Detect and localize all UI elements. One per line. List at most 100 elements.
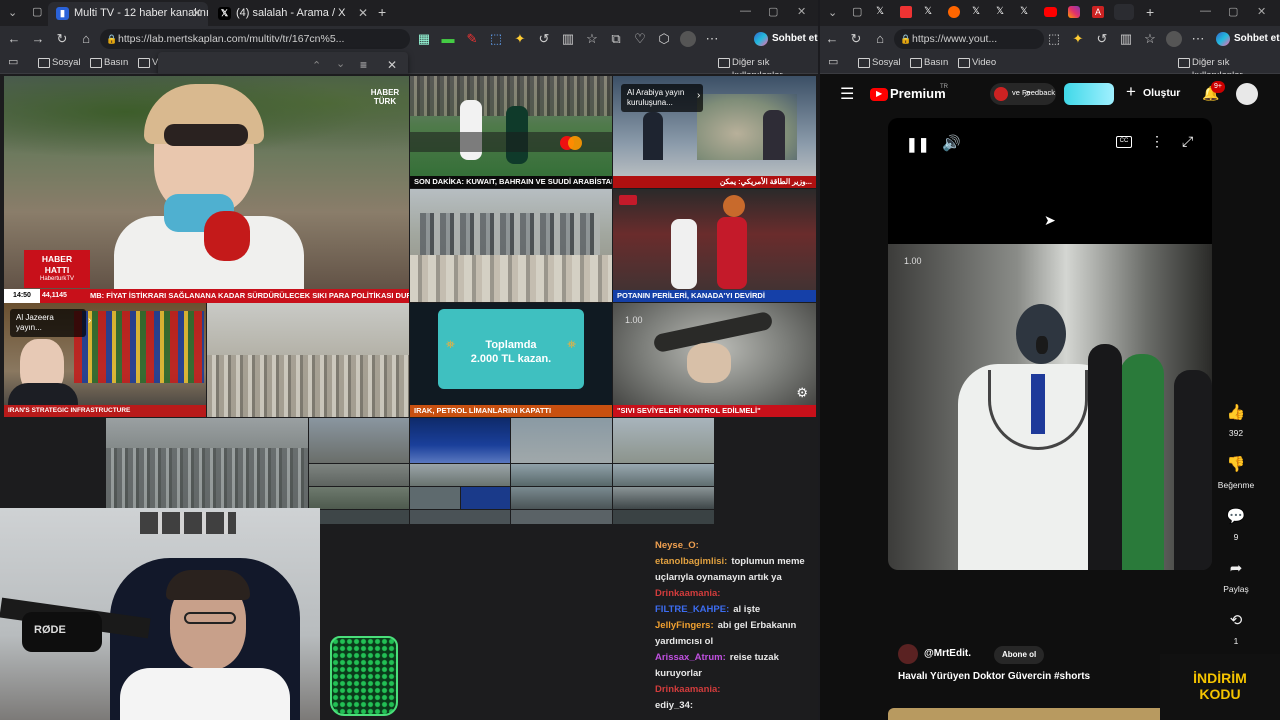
sidebar-toggle-icon[interactable]: ▭ [8, 55, 18, 68]
bookmark-folder-basin[interactable]: Basın [910, 56, 948, 69]
channel-avatar[interactable] [898, 644, 918, 664]
tab-multitv[interactable]: ▮ Multi TV - 12 haber kanalını aynı a ✕ [48, 2, 208, 26]
tile-mini-4[interactable] [511, 487, 612, 509]
comments-button[interactable]: 💬 9 [1216, 508, 1256, 542]
tile-mini-1[interactable] [309, 487, 409, 509]
hamburger-menu-icon[interactable]: ☰ [840, 84, 854, 104]
tile-sea-2[interactable] [613, 464, 714, 486]
workspaces-icon[interactable]: ▢ [32, 5, 42, 18]
chat-username[interactable]: Neyse_O: [655, 540, 699, 551]
split-screen-icon[interactable]: ▥ [1118, 31, 1134, 47]
tab-icon-x5[interactable]: 𝕏 [1020, 6, 1028, 17]
chat-username[interactable]: FILTRE_KAHPE: [655, 604, 729, 615]
close-window-icon[interactable]: ✕ [797, 5, 806, 18]
dislike-button[interactable]: 👎 Beğenme [1216, 456, 1256, 490]
video-title[interactable]: Havalı Yürüyen Doktor Güvercin #shorts [898, 671, 1198, 682]
tab-icon-active[interactable] [1114, 4, 1134, 20]
extension-icon-6[interactable]: ↺ [536, 31, 552, 47]
bookmark-folder-v[interactable]: V [138, 56, 158, 69]
more-options-icon[interactable]: ⋮ [1150, 133, 1164, 150]
chevron-up-icon[interactable]: ⌃ [312, 59, 321, 72]
bookmark-folder-basin[interactable]: Basın [90, 56, 128, 69]
tile-mini-2[interactable] [410, 487, 460, 509]
tab-icon-a[interactable]: A [1092, 6, 1104, 18]
tab-close-icon[interactable]: ✕ [192, 2, 202, 24]
refresh-icon[interactable]: ↻ [848, 31, 864, 47]
tab-menu-icon[interactable]: ⌄ [828, 6, 837, 19]
share-button[interactable]: ➦ Paylaş [1216, 560, 1256, 594]
tile-sky-2[interactable] [613, 418, 714, 463]
favorites-icon[interactable]: ☆ [584, 31, 600, 47]
subscribe-button[interactable]: Abone ol [994, 646, 1045, 664]
create-button[interactable]: Oluştur [1143, 87, 1180, 99]
find-close-icon[interactable]: ✕ [387, 58, 397, 72]
back-icon[interactable]: ← [6, 31, 22, 47]
tab-icon-x[interactable]: 𝕏 [876, 6, 884, 17]
search-icon[interactable]: ⌕ [1024, 85, 1031, 101]
remix-button[interactable]: ⟲ 1 [1216, 612, 1256, 646]
pause-icon[interactable]: ❚❚ [906, 136, 929, 153]
shorts-player[interactable]: ❚❚ 🔊 CC ⋮ ⤢ ➤ 1.00 [888, 118, 1212, 570]
url-input-right[interactable]: 🔒 https://www.yout... [894, 29, 1044, 49]
bookmark-folder-sosyal[interactable]: Sosyal [38, 56, 81, 69]
tile-mini-8[interactable] [511, 510, 612, 524]
tile-stadium-1[interactable] [410, 418, 510, 463]
tile-harbor-3[interactable] [410, 464, 510, 486]
refresh-icon[interactable]: ↻ [54, 31, 70, 47]
minimize-icon[interactable]: — [740, 5, 751, 17]
tile-engine[interactable]: 1.00 ⚙ "SIVI SEVİYELERİ KONTROL EDİLMELİ… [613, 303, 816, 417]
forward-icon[interactable]: → [30, 31, 46, 47]
extension-icon-1[interactable]: ▦ [416, 31, 432, 47]
bookmark-folder-sosyal[interactable]: Sosyal [858, 56, 901, 69]
chat-username[interactable]: ediy_34: [655, 700, 693, 711]
tile-aljazeera[interactable]: Al Jazeera yayın... › IRAN'S STRATEGIC I… [4, 303, 206, 417]
url-input[interactable]: 🔒 https://lab.mertskaplan.com/multitv/tr… [100, 29, 410, 49]
tab-icon-youtube[interactable] [1044, 7, 1057, 17]
copilot-chat-button[interactable]: Sohbet et [752, 29, 818, 49]
chat-username[interactable]: JellyFingers: [655, 620, 714, 631]
tab-icon-x4[interactable]: 𝕏 [996, 6, 1004, 17]
new-tab-icon[interactable]: + [378, 4, 386, 20]
extension-icon-1[interactable]: ⬚ [1046, 31, 1062, 47]
more-menu-icon[interactable]: ⋯ [1190, 31, 1206, 47]
profile-avatar[interactable] [680, 31, 696, 47]
tile-city-skyline[interactable] [410, 189, 612, 302]
minimize-icon[interactable]: — [1200, 5, 1211, 17]
tab-icon-flipboard[interactable] [900, 6, 912, 18]
overlay-next-icon[interactable]: › [88, 315, 91, 326]
volume-icon[interactable]: 🔊 [942, 134, 961, 152]
tab-icon-x2[interactable]: 𝕏 [924, 6, 932, 17]
create-plus-icon[interactable]: + [1126, 82, 1136, 102]
toggle-switch[interactable] [1064, 83, 1114, 105]
browser-essentials-icon[interactable]: ♡ [632, 31, 648, 47]
home-icon[interactable]: ⌂ [78, 31, 94, 47]
tile-football[interactable]: SON DAKİKA: KUWAIT, BAHRAIN VE SUUDİ ARA… [410, 76, 612, 188]
settings-gear-icon[interactable]: ⚙ [796, 385, 808, 401]
tab-icon-reddit[interactable] [948, 6, 960, 18]
extension-icon-3[interactable]: ↺ [1094, 31, 1110, 47]
tile-basketball[interactable]: POTANIN PERİLERİ, KANADA'YI DEVİRDİ [613, 189, 816, 302]
chevron-down-icon[interactable]: ⌄ [336, 57, 345, 70]
like-button[interactable]: 👍 392 [1216, 404, 1256, 438]
chat-username[interactable]: etanolbagimlisi: [655, 556, 727, 567]
fullscreen-icon[interactable]: ⤢ [1182, 133, 1193, 150]
find-options-icon[interactable]: ≡ [360, 58, 367, 72]
collections-icon[interactable]: ⧉ [608, 31, 624, 47]
tile-harbor-2[interactable] [309, 464, 409, 486]
youtube-premium-label[interactable]: Premium [890, 86, 946, 101]
tile-alarabiya[interactable]: Al Arabiya yayın kuruluşuna... › وزير ال… [613, 76, 816, 188]
channel-name[interactable]: @MrtEdit. [924, 648, 971, 659]
extension-icon-5[interactable]: ✦ [512, 31, 528, 47]
tile-haberturk[interactable]: HABER TÜRK HABER HATTI HaberturkTV 14:50… [4, 76, 409, 303]
back-icon[interactable]: ← [824, 31, 840, 47]
tile-skyline-wide[interactable] [106, 418, 308, 508]
tile-mini-6[interactable] [309, 510, 409, 524]
chat-username[interactable]: Drinkaamania: [655, 588, 720, 599]
tile-harbor-1[interactable] [309, 418, 409, 463]
maximize-icon[interactable]: ▢ [1228, 5, 1238, 18]
feedback-pill[interactable]: ve Feedback [990, 83, 1056, 105]
new-tab-icon[interactable]: + [1146, 4, 1154, 20]
maximize-icon[interactable]: ▢ [768, 5, 778, 18]
tile-city-hazy[interactable] [207, 303, 409, 417]
overlay-next-icon[interactable]: › [697, 90, 700, 101]
